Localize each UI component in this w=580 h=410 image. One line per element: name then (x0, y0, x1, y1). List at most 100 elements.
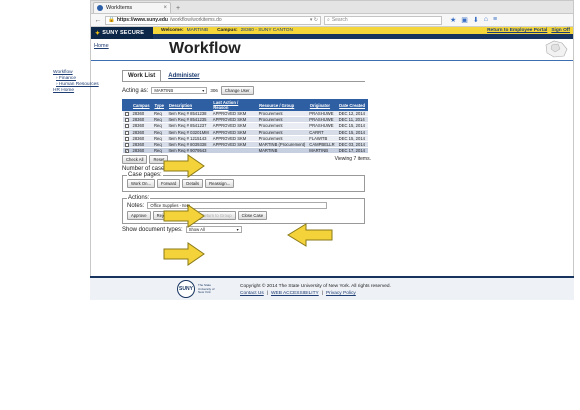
header-description[interactable]: Description (165, 99, 212, 111)
header-resource[interactable]: Resource / Group (256, 99, 308, 111)
acting-label: Acting as: (122, 87, 149, 94)
cell-description[interactable]: Item Req # 1215143 (166, 135, 211, 142)
tab-work-list[interactable]: Work List (122, 70, 162, 81)
close-icon[interactable]: × (163, 5, 167, 11)
header-date-created[interactable]: Date Created (336, 99, 368, 111)
case-pages-group: Case pages: Work On... Forward Details R… (122, 172, 365, 193)
copyright-text: Copyright © 2014 The State University of… (240, 284, 391, 289)
table-row[interactable]: 28360 Req Item Req # 8039338 APPROVED SKM MA… (122, 141, 368, 149)
cell-originator: PRASHUWE (307, 116, 337, 124)
forward-button[interactable]: Forward (156, 179, 181, 189)
row-checkbox[interactable]: ✓ (124, 149, 129, 154)
campus-value: 28360 - SUNY CANTON (240, 28, 293, 33)
chevron-down-icon: ▾ (202, 88, 205, 93)
row-checkbox[interactable] (124, 111, 129, 116)
cell-date: DEC 17, 2014 (336, 147, 368, 155)
cell-date: DEC 15, 2014 (336, 122, 368, 130)
cell-resource: MARTINB (256, 147, 308, 155)
cell-resource: MARTINB (Procurement) (256, 141, 308, 149)
check-all-button[interactable]: Check All (122, 155, 148, 165)
main-panel: Work List Administer Acting as: MARTINB ▾… (122, 70, 371, 234)
approve-button[interactable]: Approve (127, 211, 151, 221)
download-icon[interactable]: ⬇ (473, 16, 479, 24)
row-checkbox[interactable] (124, 130, 129, 135)
viewing-count: Viewing 7 items. (334, 156, 371, 163)
contact-us-link[interactable]: Contact Us (240, 291, 264, 296)
campus-label: Campus: (217, 28, 238, 33)
cell-description[interactable]: Item Req # 9079543 (166, 147, 211, 155)
web-accessibility-link[interactable]: WEB ACCESSIBILITY (271, 291, 319, 296)
browser-tab[interactable]: WorkItems × (93, 2, 171, 13)
table-controls: Check All Reset Viewing 7 items. (122, 155, 371, 165)
acting-as-row: Acting as: MARTINB ▾ 306 Change User (122, 86, 365, 95)
header-type[interactable]: Type (151, 99, 168, 111)
close-case-button[interactable]: Close Case (237, 211, 268, 221)
new-tab-button[interactable]: + (173, 4, 183, 13)
arrow-right-icon (163, 242, 205, 266)
reload-icon[interactable]: ▾ ↻ (310, 17, 318, 23)
star-logo-icon: ✦ (95, 30, 101, 37)
footer-links: Contact Us | WEB ACCESSIBILITY | Privacy… (240, 291, 356, 296)
change-user-button[interactable]: Change User (220, 86, 254, 95)
arrow-right-icon (163, 204, 205, 228)
row-checkbox-cell: ✓ (122, 147, 131, 155)
nav-bar: ← 🔒 https://www.suny.edu /workflow/worki… (91, 14, 573, 27)
search-icon: ⌕ (327, 17, 330, 23)
page-title-row: Home Workflow (91, 39, 573, 61)
cell-description[interactable]: Item Req # 8541238 (166, 110, 211, 118)
table-row[interactable]: 28360 Req Item Req # 8541235 APPROVED SKM Pr… (122, 116, 368, 124)
acting-as-select[interactable]: MARTINB ▾ (151, 87, 208, 94)
cell-campus: 28360 (130, 147, 153, 155)
privacy-policy-link[interactable]: Privacy Policy (326, 291, 356, 296)
table-header-check (122, 99, 131, 111)
cell-date: DEC 12, 2014 (336, 110, 368, 118)
left-nav: Workflow › Finance › Human Resources HR … (53, 70, 113, 94)
welcome-user: MARTINB (186, 28, 209, 33)
lock-icon: 🔒 (108, 17, 115, 23)
cell-description[interactable]: Item Req # 8541237 (166, 122, 211, 130)
menu-icon[interactable]: ≡ (493, 16, 497, 24)
tab-administer[interactable]: Administer (163, 71, 204, 81)
suny-secure-logo: ✦ SUNY SECURE (91, 27, 153, 39)
welcome-bar: Welcome: MARTINB Campus: 28360 - SUNY CA… (153, 27, 573, 34)
header-campus[interactable]: Campus (130, 99, 153, 111)
home-icon[interactable]: ⌂ (484, 16, 488, 24)
table-row[interactable]: ✓ 28360 Req Item Req # 9079543 MARTINB MARTIN… (122, 147, 368, 155)
actions-group: Actions: Notes: Office Supplies - Item A… (122, 195, 365, 225)
notes-label: Notes: (127, 202, 145, 209)
search-input[interactable]: ⌕ Search (324, 15, 442, 25)
reassign-button[interactable]: Reassign... (205, 179, 235, 189)
header-last-action[interactable]: Last Action / Reason (210, 99, 258, 111)
address-bar[interactable]: 🔒 https://www.suny.edu /workflow/workite… (105, 15, 321, 25)
clipboard-icon[interactable]: ▣ (461, 16, 468, 24)
sign-off-link[interactable]: Sign Off (551, 28, 570, 33)
star-icon[interactable]: ★ (450, 16, 456, 24)
nav-hr-home[interactable]: HR Home (53, 88, 113, 94)
return-portal-link[interactable]: Return to Employee Portal (487, 28, 547, 33)
cell-originator: MARTINB (307, 147, 337, 155)
row-checkbox[interactable] (124, 118, 129, 123)
cell-date: DEC 15, 2014 (336, 135, 368, 142)
work-items-table: Campus Type Description Last Action / Re… (122, 99, 368, 155)
cell-description[interactable]: Item Req # 03201MM (166, 129, 211, 136)
row-checkbox[interactable] (124, 142, 129, 147)
cell-last-action (210, 147, 257, 155)
back-icon[interactable]: ← (94, 17, 102, 24)
url-path: /workflow/workitems.do (169, 17, 222, 23)
cell-date: DEC 15, 2014 (336, 129, 368, 136)
header-originator[interactable]: Originator (306, 99, 338, 111)
table-row[interactable]: 28360 Req Item Req # 8541237 APPROVED SKM Pr… (122, 122, 368, 130)
cell-description[interactable]: Item Req # 8541235 (166, 116, 211, 124)
row-checkbox[interactable] (124, 124, 129, 129)
details-button[interactable]: Details (182, 179, 204, 189)
work-on-button[interactable]: Work On... (127, 179, 155, 189)
home-link[interactable]: Home (94, 43, 109, 49)
url-host: https://www.suny.edu (116, 17, 168, 23)
cell-description[interactable]: Item Req # 8039338 (166, 141, 211, 149)
chevron-down-icon: ▾ (236, 227, 239, 233)
row-checkbox[interactable] (124, 136, 129, 141)
table-row[interactable]: 28360 Req Item Req # 8541238 APPROVED SKM Pr… (122, 110, 368, 118)
puzzle-graphic-icon (545, 40, 568, 58)
acting-number: 306 (210, 88, 218, 93)
work-tabs: Work List Administer (122, 70, 365, 82)
